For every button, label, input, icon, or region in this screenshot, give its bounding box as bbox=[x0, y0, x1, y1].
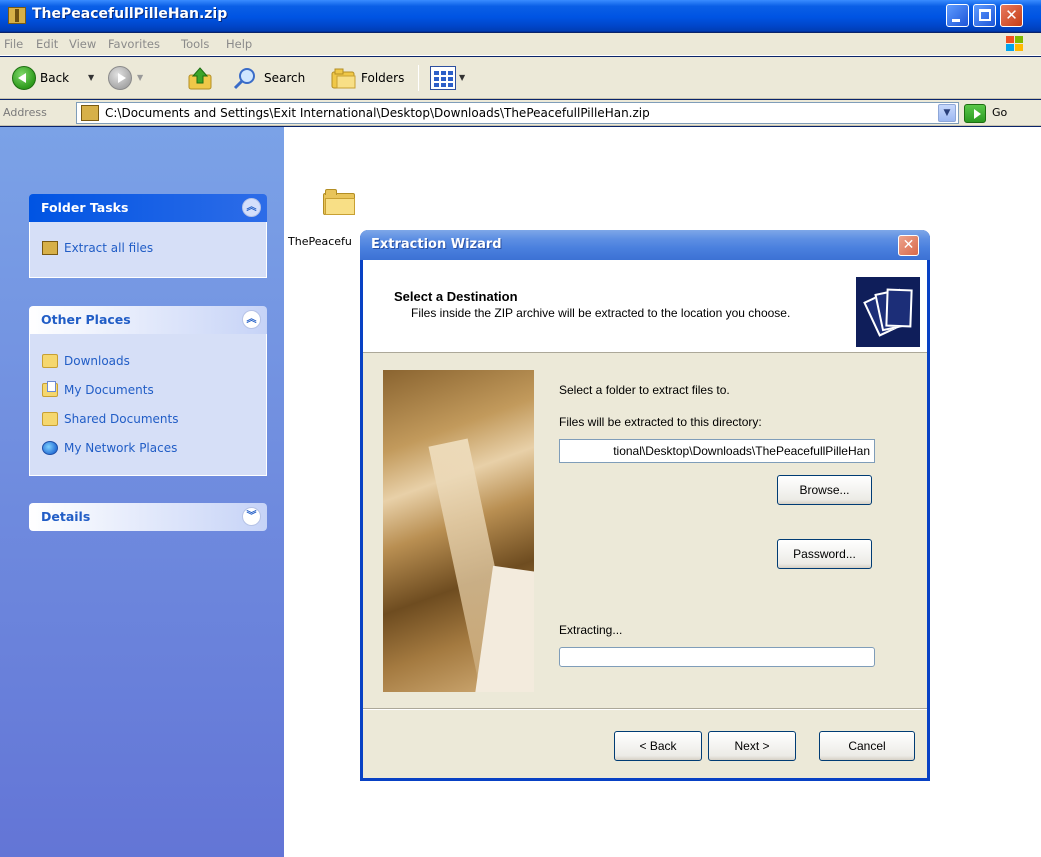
next-button[interactable]: Next > bbox=[708, 731, 796, 761]
extracting-label: Extracting... bbox=[559, 623, 623, 637]
extraction-progress-bar bbox=[559, 647, 875, 667]
network-icon bbox=[42, 441, 58, 455]
address-bar: Address C:\Documents and Settings\Exit I… bbox=[0, 100, 1041, 126]
other-places-panel: Other Places ︽ Downloads My Documents Sh… bbox=[29, 306, 267, 476]
other-places-body: Downloads My Documents Shared Documents … bbox=[29, 334, 267, 476]
folder-icon bbox=[42, 412, 58, 426]
details-header[interactable]: Details ︾ bbox=[29, 503, 267, 531]
browse-button[interactable]: Browse... bbox=[777, 475, 872, 505]
window-title: ThePeacefullPilleHan.zip bbox=[32, 6, 228, 22]
go-button-label[interactable]: Go bbox=[992, 106, 1007, 119]
explorer-window: ThePeacefullPilleHan.zip ✕ File Edit Vie… bbox=[0, 0, 1041, 857]
title-bar[interactable]: ThePeacefullPilleHan.zip ✕ bbox=[0, 0, 1041, 32]
menu-file[interactable]: File bbox=[4, 37, 23, 51]
task-label[interactable]: Extract all files bbox=[64, 241, 153, 255]
folder-tasks-panel: Folder Tasks ︽ Extract all files bbox=[29, 194, 267, 278]
details-title: Details bbox=[41, 509, 91, 524]
folder-tasks-title: Folder Tasks bbox=[41, 200, 129, 215]
back-button-label[interactable]: Back bbox=[40, 71, 69, 85]
zip-folder-icon bbox=[8, 7, 26, 24]
folders-icon[interactable] bbox=[331, 67, 357, 89]
maximize-icon bbox=[979, 9, 991, 21]
back-button[interactable]: < Back bbox=[614, 731, 702, 761]
folder-tasks-body: Extract all files bbox=[29, 222, 267, 278]
address-input[interactable]: C:\Documents and Settings\Exit Internati… bbox=[76, 102, 959, 124]
folder-icon bbox=[42, 354, 58, 368]
address-label: Address bbox=[3, 106, 47, 119]
back-dropdown-icon[interactable]: ▼ bbox=[88, 73, 94, 82]
toolbar: Back ▼ ▼ Search Folders ▼ bbox=[0, 57, 1041, 99]
address-dropdown-icon[interactable]: ▼ bbox=[938, 104, 956, 122]
windows-logo-icon bbox=[1005, 35, 1025, 53]
cancel-button[interactable]: Cancel bbox=[819, 731, 915, 761]
menu-edit[interactable]: Edit bbox=[36, 37, 58, 51]
folder-item-label[interactable]: ThePeacefu bbox=[288, 235, 352, 248]
zip-folder-icon bbox=[81, 105, 99, 121]
dialog-divider bbox=[363, 708, 927, 710]
folders-button-label[interactable]: Folders bbox=[361, 71, 404, 85]
forward-dropdown-icon[interactable]: ▼ bbox=[137, 73, 143, 82]
dialog-subheading: Files inside the ZIP archive will be ext… bbox=[411, 306, 791, 320]
documents-icon bbox=[42, 381, 58, 397]
place-label[interactable]: Downloads bbox=[64, 354, 130, 368]
dialog-title: Extraction Wizard bbox=[371, 237, 502, 252]
other-places-title: Other Places bbox=[41, 312, 131, 327]
maximize-button[interactable] bbox=[973, 4, 996, 27]
search-icon[interactable] bbox=[233, 66, 257, 90]
dialog-close-button[interactable]: ✕ bbox=[898, 235, 919, 256]
password-button[interactable]: Password... bbox=[777, 539, 872, 569]
search-button-label[interactable]: Search bbox=[264, 71, 305, 85]
forward-arrow-icon[interactable] bbox=[108, 66, 132, 90]
close-icon: ✕ bbox=[902, 237, 915, 253]
menu-favorites[interactable]: Favorites bbox=[108, 37, 160, 51]
destination-path-value[interactable]: tional\Desktop\Downloads\ThePeacefullPil… bbox=[613, 444, 870, 458]
other-places-header[interactable]: Other Places ︽ bbox=[29, 306, 267, 334]
expand-chevron-icon[interactable]: ︾ bbox=[242, 507, 261, 526]
address-value[interactable]: C:\Documents and Settings\Exit Internati… bbox=[105, 106, 650, 120]
views-icon[interactable] bbox=[430, 66, 456, 90]
destination-path-input[interactable]: tional\Desktop\Downloads\ThePeacefullPil… bbox=[559, 439, 875, 463]
up-folder-icon[interactable] bbox=[187, 65, 213, 91]
menu-bar: File Edit View Favorites Tools Help bbox=[0, 33, 1041, 56]
place-label[interactable]: My Documents bbox=[64, 383, 154, 397]
place-label[interactable]: Shared Documents bbox=[64, 412, 178, 426]
folder-icon[interactable] bbox=[323, 189, 355, 215]
toolbar-separator bbox=[418, 65, 419, 91]
minimize-icon bbox=[952, 19, 960, 22]
menu-help[interactable]: Help bbox=[226, 37, 252, 51]
zip-extract-icon bbox=[42, 241, 58, 255]
go-arrow-icon[interactable] bbox=[964, 104, 986, 123]
wizard-side-image bbox=[383, 370, 534, 692]
views-dropdown-icon[interactable]: ▼ bbox=[459, 73, 465, 82]
close-button[interactable]: ✕ bbox=[1000, 4, 1023, 27]
collapse-chevron-icon[interactable]: ︽ bbox=[242, 310, 261, 329]
dialog-title-bar[interactable]: Extraction Wizard ✕ bbox=[360, 230, 930, 260]
task-pane: Folder Tasks ︽ Extract all files Other P… bbox=[0, 127, 284, 857]
minimize-button[interactable] bbox=[946, 4, 969, 27]
folders-graphic-icon bbox=[856, 277, 920, 347]
details-panel: Details ︾ bbox=[29, 503, 267, 533]
dialog-header: Select a Destination Files inside the ZI… bbox=[363, 260, 927, 353]
collapse-chevron-icon[interactable]: ︽ bbox=[242, 198, 261, 217]
folder-tasks-header[interactable]: Folder Tasks ︽ bbox=[29, 194, 267, 222]
extraction-wizard-dialog: Extraction Wizard ✕ Select a Destination… bbox=[360, 230, 930, 781]
place-label[interactable]: My Network Places bbox=[64, 441, 177, 455]
dialog-heading: Select a Destination bbox=[394, 289, 518, 304]
menu-tools[interactable]: Tools bbox=[181, 37, 209, 51]
close-icon: ✕ bbox=[1005, 6, 1018, 24]
select-folder-prompt: Select a folder to extract files to. bbox=[559, 383, 730, 397]
menu-view[interactable]: View bbox=[69, 37, 96, 51]
back-arrow-icon[interactable] bbox=[12, 66, 36, 90]
directory-label: Files will be extracted to this director… bbox=[559, 415, 762, 429]
